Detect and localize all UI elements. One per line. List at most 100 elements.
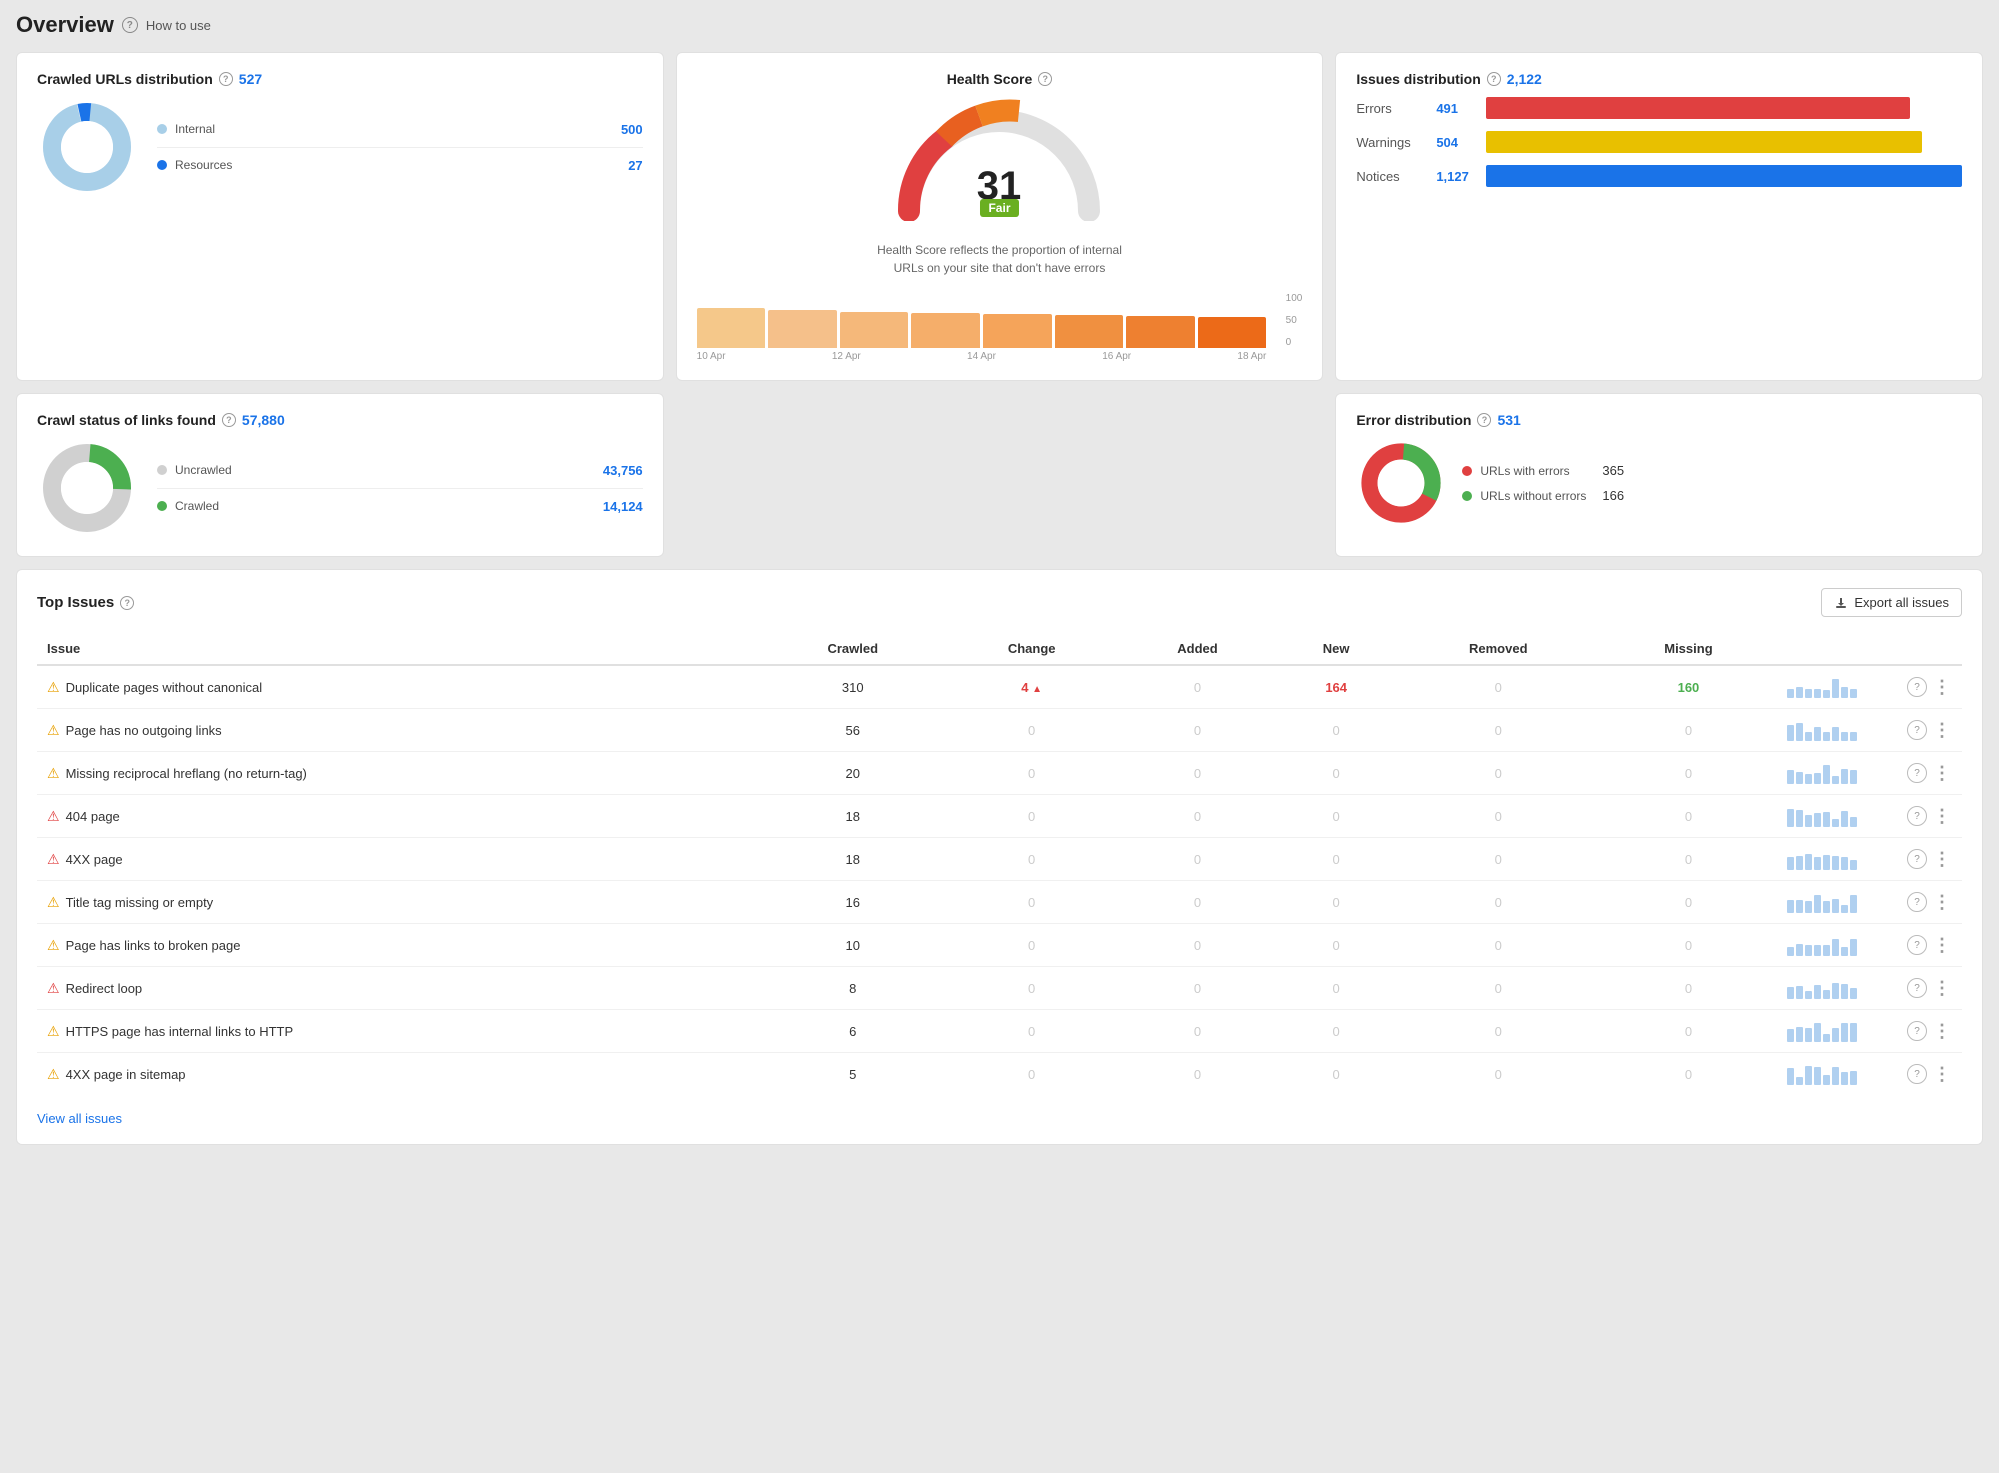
row-actions: ? ⋮: [1907, 677, 1952, 698]
row-help-button[interactable]: ?: [1907, 1021, 1927, 1041]
crawled-urls-legend: Internal 500 Resources 27: [157, 122, 643, 173]
table-row: ⚠Missing reciprocal hreflang (no return-…: [37, 752, 1962, 795]
table-header-row: Issue Crawled Change Added New Removed M…: [37, 633, 1962, 665]
mini-bar-group: [1787, 676, 1887, 698]
row-more-button[interactable]: ⋮: [1933, 763, 1952, 784]
health-badge: Fair: [980, 199, 1018, 217]
crawl-status-title: Crawl status of links found ? 57,880: [37, 412, 643, 428]
chart-bar-6: [1055, 315, 1124, 348]
crawl-status-legend: Uncrawled 43,756 Crawled 14,124: [157, 463, 643, 514]
how-to-use-link[interactable]: How to use: [146, 18, 211, 33]
crawled-urls-card: Crawled URLs distribution ? 527: [16, 52, 664, 381]
table-row: ⚠Redirect loop 8 0 0 0 0 0 ? ⋮: [37, 967, 1962, 1010]
notices-row: Notices 1,127: [1356, 165, 1962, 187]
legend-uncrawled: Uncrawled 43,756: [157, 463, 643, 478]
chart-bar-3: [840, 312, 909, 348]
crawl-status-card: Crawl status of links found ? 57,880: [16, 393, 664, 557]
table-row: ⚠Duplicate pages without canonical 310 4…: [37, 665, 1962, 709]
row-actions: ? ⋮: [1907, 720, 1952, 741]
health-score-info-icon[interactable]: ?: [1038, 72, 1052, 86]
row-actions: ? ⋮: [1907, 1021, 1952, 1042]
errors-row: Errors 491: [1356, 97, 1962, 119]
mini-bar-group: [1787, 977, 1887, 999]
col-new: New: [1276, 633, 1397, 665]
row-help-button[interactable]: ?: [1907, 935, 1927, 955]
issues-distribution-title: Issues distribution ? 2,122: [1356, 71, 1962, 87]
error-dist-content: URLs with errors 365 URLs without errors…: [1356, 438, 1962, 528]
error-dist-info-icon[interactable]: ?: [1477, 413, 1491, 427]
view-all-issues-link[interactable]: View all issues: [37, 1111, 122, 1126]
table-row: ⚠HTTPS page has internal links to HTTP 6…: [37, 1010, 1962, 1053]
resources-dot: [157, 160, 167, 170]
crawl-status-info-icon[interactable]: ?: [222, 413, 236, 427]
row-actions: ? ⋮: [1907, 935, 1952, 956]
table-row: ⚠Page has no outgoing links 56 0 0 0 0 0…: [37, 709, 1962, 752]
row-more-button[interactable]: ⋮: [1933, 849, 1952, 870]
legend-crawled: Crawled 14,124: [157, 499, 643, 514]
help-icon: ?: [122, 17, 138, 33]
row-help-button[interactable]: ?: [1907, 849, 1927, 869]
chart-bar-1: [697, 308, 766, 348]
col-missing: Missing: [1600, 633, 1777, 665]
chart-label-2: 12 Apr: [832, 351, 861, 362]
row-more-button[interactable]: ⋮: [1933, 806, 1952, 827]
warn-icon: ⚠: [47, 679, 60, 695]
row-help-button[interactable]: ?: [1907, 720, 1927, 740]
issues-dist-info-icon[interactable]: ?: [1487, 72, 1501, 86]
row-more-button[interactable]: ⋮: [1933, 677, 1952, 698]
table-row: ⚠Title tag missing or empty 16 0 0 0 0 0…: [37, 881, 1962, 924]
top-issues-section: Top Issues ? Export all issues Issue Cra…: [16, 569, 1983, 1145]
row-more-button[interactable]: ⋮: [1933, 892, 1952, 913]
col-chart: [1777, 633, 1897, 665]
chart-label-5: 18 Apr: [1237, 351, 1266, 362]
col-removed: Removed: [1397, 633, 1600, 665]
row-actions: ? ⋮: [1907, 1064, 1952, 1085]
crawled-urls-title: Crawled URLs distribution ? 527: [37, 71, 643, 87]
row-help-button[interactable]: ?: [1907, 978, 1927, 998]
health-desc: Health Score reflects the proportion of …: [869, 241, 1129, 277]
chart-bar-7: [1126, 316, 1195, 348]
middle-placeholder: [676, 393, 1324, 557]
error-dist-donut: [1356, 438, 1446, 528]
row-help-button[interactable]: ?: [1907, 892, 1927, 912]
chart-bar-4: [911, 313, 980, 348]
mini-bar-group: [1787, 891, 1887, 913]
chart-label-1: 10 Apr: [697, 351, 726, 362]
legend-item-internal: Internal 500: [157, 122, 643, 137]
row-more-button[interactable]: ⋮: [1933, 935, 1952, 956]
crawl-status-count: 57,880: [242, 412, 285, 428]
row-help-button[interactable]: ?: [1907, 763, 1927, 783]
internal-dot: [157, 124, 167, 134]
row-more-button[interactable]: ⋮: [1933, 978, 1952, 999]
crawled-urls-info-icon[interactable]: ?: [219, 72, 233, 86]
crawled-urls-count: 527: [239, 71, 262, 87]
warn-icon: ⚠: [47, 765, 60, 781]
issues-dist-count: 2,122: [1507, 71, 1542, 87]
row-help-button[interactable]: ?: [1907, 806, 1927, 826]
export-button[interactable]: Export all issues: [1821, 588, 1962, 617]
row-actions: ? ⋮: [1907, 892, 1952, 913]
mini-bar-group: [1787, 1063, 1887, 1085]
row-more-button[interactable]: ⋮: [1933, 720, 1952, 741]
mini-bar-group: [1787, 934, 1887, 956]
row-help-button[interactable]: ?: [1907, 1064, 1927, 1084]
mini-bar-group: [1787, 848, 1887, 870]
col-actions: [1897, 633, 1962, 665]
error-icon: ⚠: [47, 980, 60, 996]
table-row: ⚠Page has links to broken page 10 0 0 0 …: [37, 924, 1962, 967]
health-chart-area: 100 50 0 10 Apr 12 Apr 14 Apr 16 Apr 18 …: [697, 293, 1303, 362]
warn-icon: ⚠: [47, 894, 60, 910]
row-more-button[interactable]: ⋮: [1933, 1021, 1952, 1042]
health-score-card: Health Score ? 31: [676, 52, 1324, 381]
mini-bar-group: [1787, 805, 1887, 827]
warn-icon: ⚠: [47, 722, 60, 738]
chart-bar-5: [983, 314, 1052, 348]
row-more-button[interactable]: ⋮: [1933, 1064, 1952, 1085]
col-issue: Issue: [37, 633, 761, 665]
mini-bar-group: [1787, 719, 1887, 741]
page-title: Overview: [16, 12, 114, 38]
top-issues-info-icon[interactable]: ?: [120, 596, 134, 610]
error-legend: URLs with errors 365 URLs without errors…: [1462, 463, 1624, 503]
row-help-button[interactable]: ?: [1907, 677, 1927, 697]
errors-bar: [1486, 97, 1910, 119]
